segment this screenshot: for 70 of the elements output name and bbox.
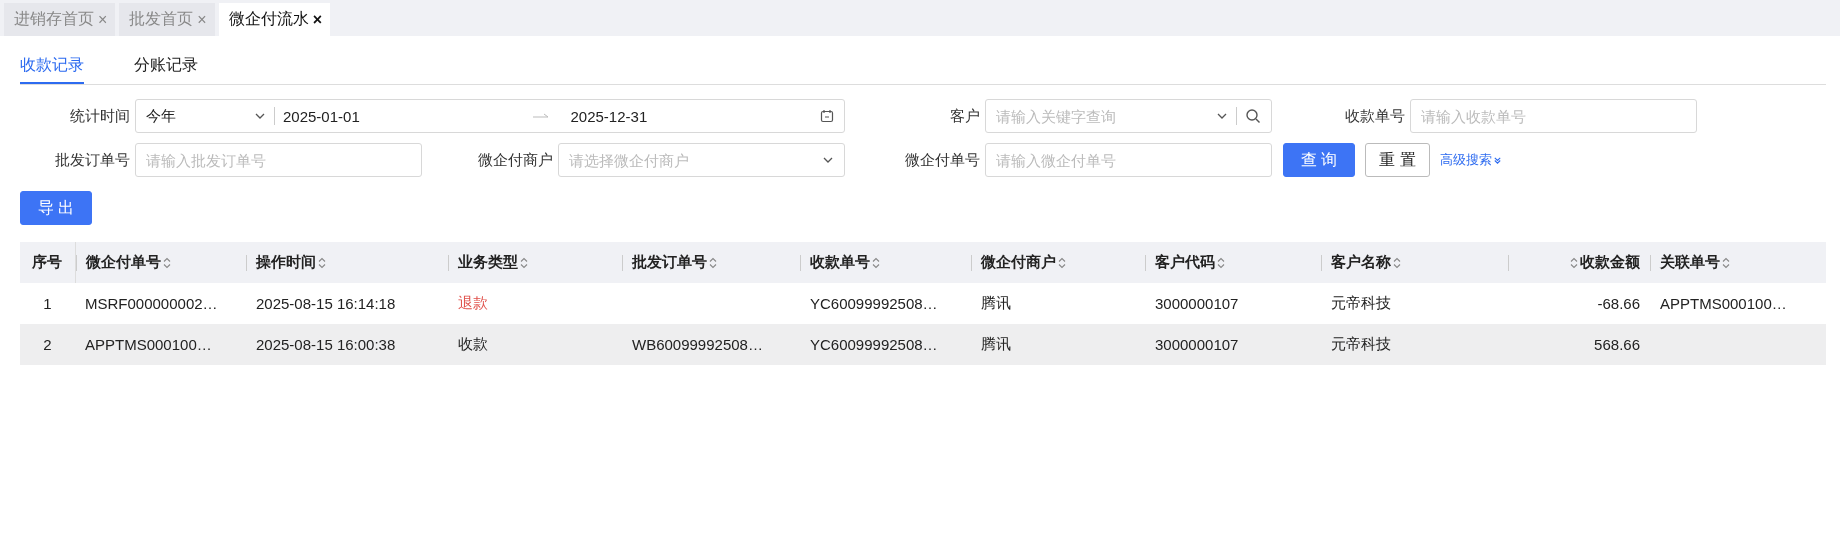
table-cell: 元帝科技: [1331, 294, 1391, 311]
table-cell: YC60099992508…: [810, 336, 938, 353]
sub-tab[interactable]: 收款记录: [20, 55, 84, 84]
column-header: 客户代码: [1155, 253, 1215, 272]
input-field[interactable]: 请输入收款单号: [1410, 99, 1697, 133]
table-cell: APPTMS000100…: [85, 336, 212, 353]
customer-field[interactable]: 请输入关键字查询: [996, 107, 1208, 125]
table-row[interactable]: 1 MSRF000000002… 2025-08-15 16:14:18 退款 YC60099992508… 腾讯 3000000107 元帝科技 -68.66 APPTMS000100…: [20, 283, 1826, 324]
column-header: 收款金额: [1580, 253, 1640, 272]
search-icon[interactable]: [1245, 108, 1261, 124]
table-cell: 2: [43, 336, 52, 353]
sort-icon[interactable]: [709, 256, 717, 269]
end-date-field[interactable]: 2025-12-31: [570, 107, 812, 125]
sort-icon[interactable]: [520, 256, 528, 269]
field-label: 批发订单号: [54, 150, 130, 170]
sort-icon[interactable]: [1058, 256, 1066, 269]
export-button[interactable]: 导 出: [20, 191, 93, 225]
table-cell: 3000000107: [1155, 336, 1239, 353]
table-cell: 退款: [458, 294, 488, 311]
column-header: 微企付商户: [981, 253, 1056, 272]
sort-icon[interactable]: [1570, 256, 1578, 269]
sort-icon[interactable]: [1722, 256, 1730, 269]
input-field[interactable]: 请输入批发订单号: [135, 143, 422, 177]
table-cell: 收款: [458, 335, 488, 352]
calendar-icon: [820, 109, 834, 123]
table-row[interactable]: 2 APPTMS000100… 2025-08-15 16:00:38 收款 WB60099992508… YC60099992508… 腾讯 3000000107 元帝科技 568.66: [20, 324, 1826, 365]
table-cell: 3000000107: [1155, 295, 1239, 312]
table-cell: YC60099992508…: [810, 295, 938, 312]
field-label: 收款单号: [1344, 106, 1405, 126]
merchant-select[interactable]: 请选择微企付商户: [558, 143, 845, 177]
table-cell: 568.66: [1594, 336, 1640, 353]
sort-icon[interactable]: [318, 256, 326, 269]
sort-icon[interactable]: [1393, 256, 1401, 269]
table-cell: 2025-08-15 16:00:38: [256, 336, 396, 353]
table-cell: 1: [43, 295, 52, 312]
column-header: 收款单号: [810, 253, 870, 272]
start-date-field[interactable]: 2025-01-01: [283, 107, 525, 125]
page-tab[interactable]: 微企付流水 ×: [218, 3, 331, 36]
field-label: 统计时间: [69, 106, 130, 126]
column-header: 微企付单号: [85, 253, 161, 272]
table-cell: WB60099992508…: [632, 336, 763, 353]
column-header: 序号: [32, 253, 63, 272]
table-cell: APPTMS000100…: [1660, 295, 1787, 312]
column-header: 操作时间: [256, 253, 316, 272]
column-header: 关联单号: [1660, 253, 1720, 272]
sort-icon[interactable]: [162, 256, 171, 269]
period-select[interactable]: 今年: [146, 106, 246, 126]
sub-tab[interactable]: 分账记录: [134, 55, 198, 84]
close-icon[interactable]: ×: [312, 10, 323, 29]
table-cell: 元帝科技: [1331, 335, 1391, 352]
reset-button[interactable]: 重 置: [1365, 143, 1430, 177]
sort-icon[interactable]: [872, 256, 880, 269]
advanced-search-link[interactable]: 高级搜索: [1439, 151, 1502, 169]
sort-icon[interactable]: [1217, 256, 1225, 269]
field-label: 微企付商户: [477, 150, 553, 170]
double-chevron-icon: [1492, 155, 1502, 165]
column-header: 业务类型: [458, 253, 518, 272]
column-header: 批发订单号: [632, 253, 707, 272]
merchant-field[interactable]: 请选择微企付商户: [569, 151, 814, 169]
table-cell: MSRF000000002…: [85, 295, 218, 312]
input-field[interactable]: 请输入微企付单号: [985, 143, 1272, 177]
table-cell: 腾讯: [981, 294, 1011, 311]
query-button[interactable]: 查 询: [1283, 143, 1356, 177]
table-cell: 2025-08-15 16:14:18: [256, 295, 396, 312]
table-cell: -68.66: [1597, 295, 1640, 312]
customer-select[interactable]: 请输入关键字查询: [985, 99, 1272, 133]
field-label: 微企付单号: [904, 150, 980, 170]
field-label: 客户: [949, 106, 980, 126]
table-cell: 腾讯: [981, 335, 1011, 352]
column-header: 客户名称: [1331, 253, 1391, 272]
